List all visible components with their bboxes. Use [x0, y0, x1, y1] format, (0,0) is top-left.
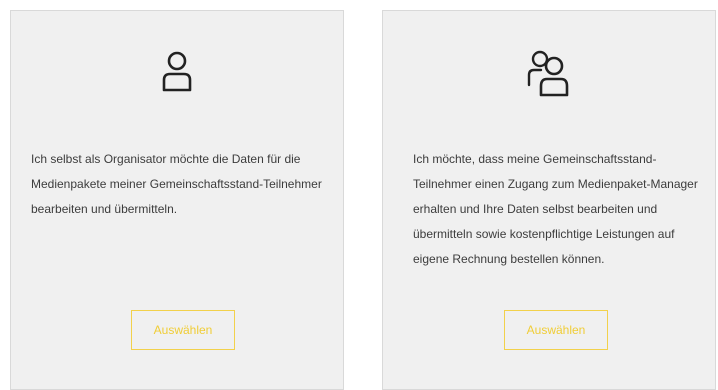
select-button[interactable]: Auswählen: [504, 310, 608, 350]
option-description: Ich selbst als Organisator möchte die Da…: [31, 152, 322, 216]
two-users-icon: [523, 49, 575, 104]
option-card-organizer: Ich selbst als Organisator möchte die Da…: [10, 10, 344, 390]
single-user-icon: [155, 49, 199, 98]
option-description: Ich möchte, dass meine Gemeinschaftsstan…: [413, 152, 698, 266]
select-button[interactable]: Auswählen: [131, 310, 235, 350]
option-card-participants: Ich möchte, dass meine Gemeinschaftsstan…: [382, 10, 716, 390]
